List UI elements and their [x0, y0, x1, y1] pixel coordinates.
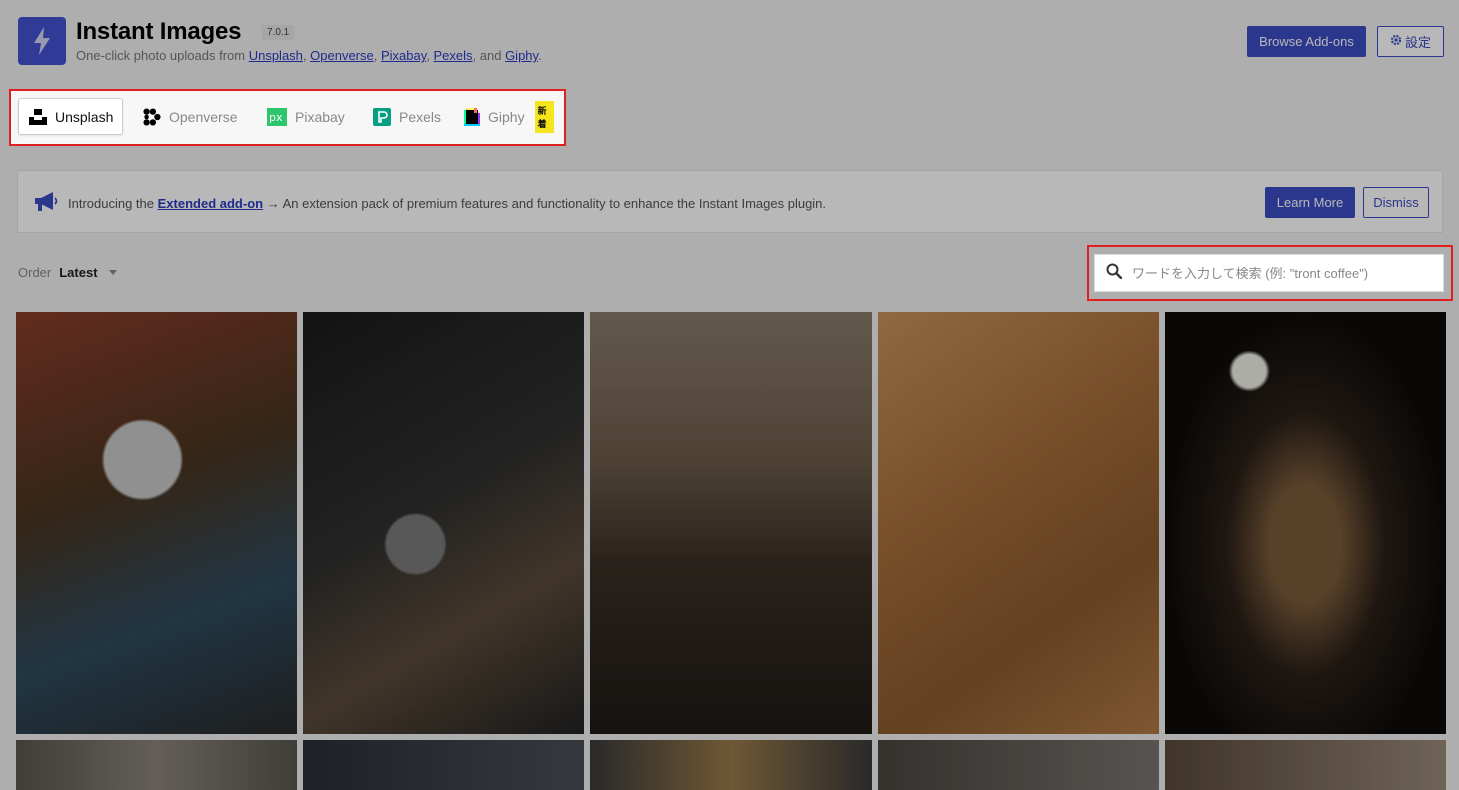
- app-header: Instant Images 7.0.1 One-click photo upl…: [18, 17, 1444, 67]
- photo-card[interactable]: [590, 740, 872, 790]
- tagline-link-pixabay[interactable]: Pixabay: [381, 48, 426, 63]
- photo-card[interactable]: [878, 312, 1159, 734]
- search-highlight: [1087, 245, 1453, 301]
- photo-card[interactable]: [590, 312, 872, 734]
- tab-openverse[interactable]: Openverse: [133, 98, 247, 135]
- settings-button[interactable]: 設定: [1377, 26, 1444, 57]
- photo-card[interactable]: [1165, 312, 1446, 734]
- gear-icon: [1390, 34, 1402, 49]
- photo-card[interactable]: [878, 740, 1159, 790]
- giphy-icon: [464, 107, 480, 126]
- tagline-link-openverse[interactable]: Openverse: [310, 48, 374, 63]
- search-input[interactable]: [1132, 265, 1422, 281]
- tab-pixabay[interactable]: px Pixabay: [257, 98, 355, 135]
- tab-unsplash[interactable]: Unsplash: [18, 98, 123, 135]
- photo-card[interactable]: [16, 312, 297, 734]
- learn-more-button[interactable]: Learn More: [1265, 187, 1355, 218]
- tab-label: Giphy: [488, 108, 525, 125]
- order-value: Latest: [59, 265, 98, 280]
- svg-text:px: px: [269, 111, 283, 124]
- browse-addons-button[interactable]: Browse Add-ons: [1247, 26, 1366, 57]
- photo-card[interactable]: [16, 740, 297, 790]
- notice-text: Introducing the Extended add-on → An ext…: [68, 196, 827, 211]
- tab-pexels[interactable]: Pexels: [363, 98, 451, 135]
- order-dropdown[interactable]: Order Latest: [18, 265, 117, 280]
- tagline-link-pexels[interactable]: Pexels: [434, 48, 473, 63]
- settings-label: 設定: [1404, 35, 1431, 50]
- app-tagline: One-click photo uploads from Unsplash, O…: [76, 48, 542, 63]
- extended-addon-notice: Introducing the Extended add-on → An ext…: [17, 170, 1443, 233]
- photo-card[interactable]: [303, 740, 584, 790]
- version-badge: 7.0.1: [262, 25, 295, 40]
- pixabay-icon: px: [267, 107, 287, 126]
- tab-giphy[interactable]: Giphy 新着: [454, 98, 564, 135]
- search-box: [1094, 254, 1444, 292]
- extended-addon-link[interactable]: Extended add-on: [158, 196, 263, 211]
- unsplash-icon: [29, 108, 47, 126]
- tagline-link-unsplash[interactable]: Unsplash: [249, 48, 303, 63]
- search-icon: [1106, 263, 1123, 284]
- lightning-logo-icon: [18, 17, 66, 65]
- megaphone-icon: [33, 191, 59, 218]
- provider-tabs: Unsplash Openverse px Pixabay Pexels Gip…: [9, 89, 566, 146]
- order-label: Order: [18, 265, 52, 280]
- openverse-icon: [143, 107, 161, 126]
- pexels-icon: [373, 107, 391, 126]
- tab-label: Pexels: [399, 108, 442, 125]
- tagline-link-giphy[interactable]: Giphy: [505, 48, 538, 63]
- photo-card[interactable]: [1165, 740, 1446, 790]
- app-title: Instant Images: [76, 18, 242, 45]
- tab-label: Unsplash: [55, 108, 114, 125]
- photo-card[interactable]: [303, 312, 584, 734]
- chevron-down-icon: [108, 270, 117, 275]
- dismiss-button[interactable]: Dismiss: [1363, 187, 1429, 218]
- tab-label: Pixabay: [295, 108, 345, 125]
- tab-label: Openverse: [169, 108, 238, 125]
- new-badge: 新着: [534, 100, 554, 133]
